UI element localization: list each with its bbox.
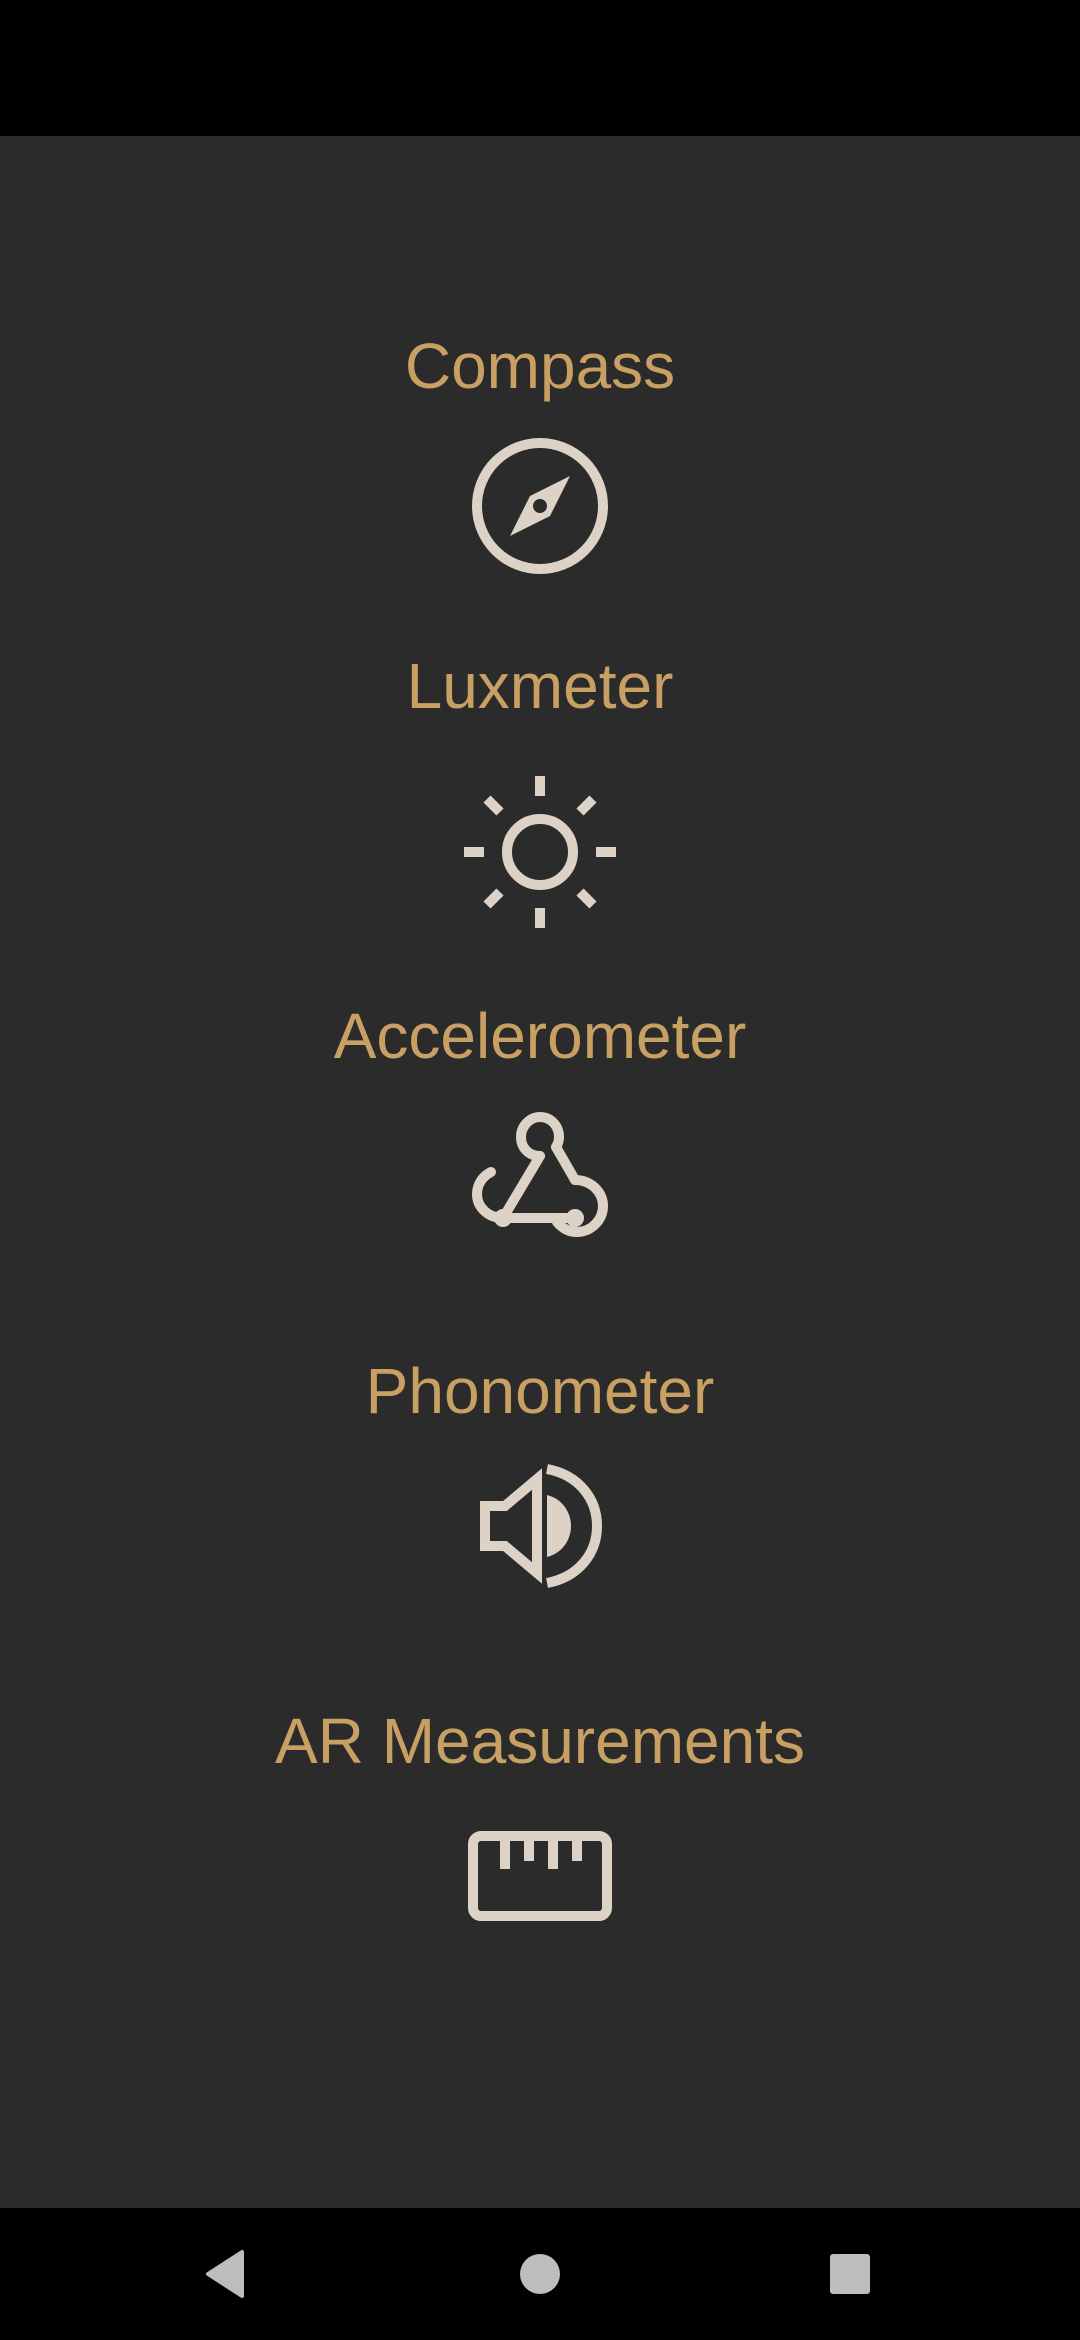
compass-icon [470, 436, 610, 576]
home-button[interactable] [504, 2238, 576, 2310]
speaker-icon [475, 1461, 605, 1591]
ar-measurements-item[interactable]: AR Measurements [0, 1701, 1080, 2001]
recents-button[interactable] [814, 2238, 886, 2310]
sun-icon [460, 772, 620, 932]
back-icon [206, 2250, 244, 2298]
ar-measurements-label: AR Measurements [275, 1705, 805, 1777]
accelerometer-label: Accelerometer [333, 1000, 747, 1072]
navigation-bar [0, 2208, 1080, 2340]
luxmeter-label: Luxmeter [406, 650, 674, 722]
compass-item[interactable]: Compass [0, 326, 1080, 596]
accelerometer-item[interactable]: Accelerometer [0, 996, 1080, 1296]
luxmeter-item[interactable]: Luxmeter [0, 646, 1080, 946]
webhook-icon [465, 1108, 615, 1248]
home-icon [520, 2254, 560, 2294]
back-button[interactable] [190, 2238, 262, 2310]
status-bar [0, 0, 1080, 136]
phonometer-item[interactable]: Phonometer [0, 1351, 1080, 1651]
phonometer-label: Phonometer [365, 1355, 715, 1427]
tools-menu: Compass Luxmeter Accelerometer Phonomete… [0, 136, 1080, 2208]
ruler-icon [468, 1831, 612, 1921]
compass-label: Compass [404, 330, 676, 402]
recents-icon [830, 2254, 870, 2294]
